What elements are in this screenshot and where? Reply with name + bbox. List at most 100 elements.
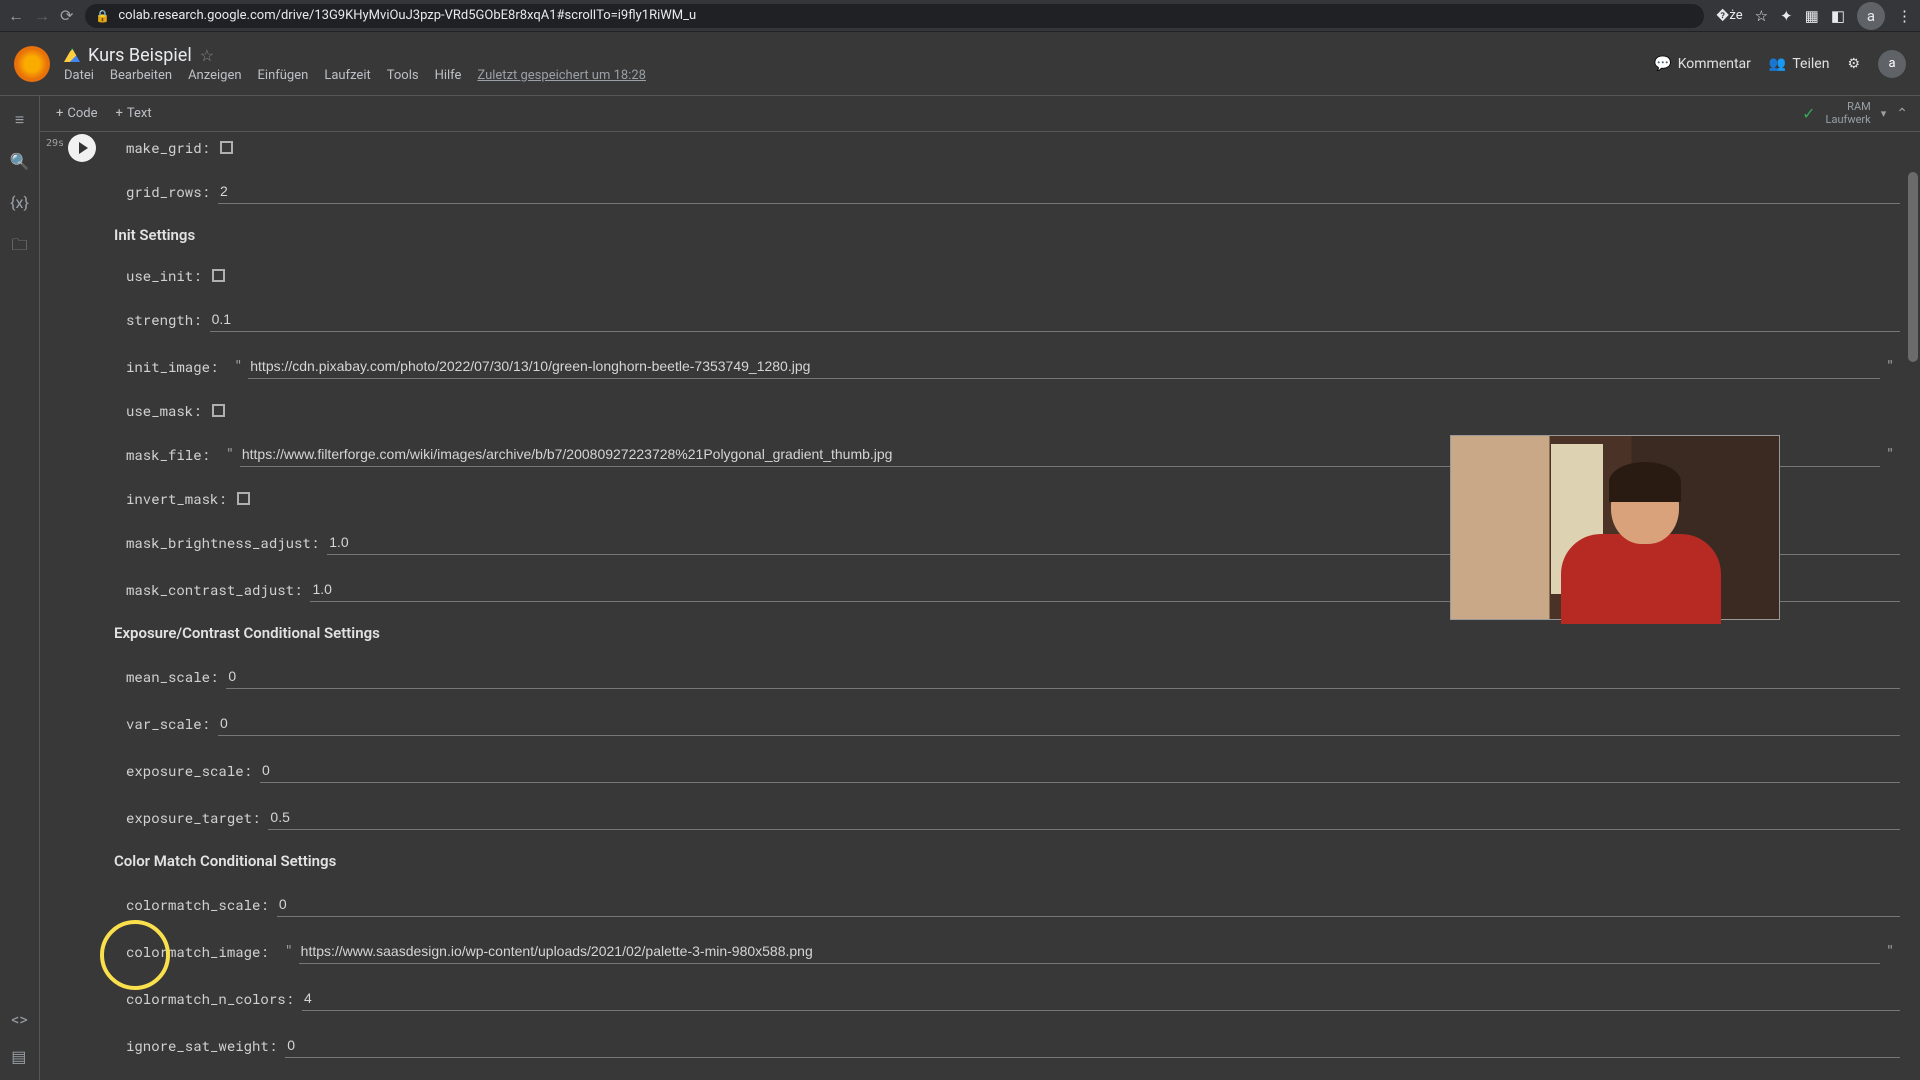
toc-icon[interactable]: ≡ [15, 110, 24, 130]
menu-view[interactable]: Anzeigen [188, 68, 241, 83]
section-init-settings: Init Settings [114, 226, 1900, 244]
label-strength: strength: [126, 310, 202, 329]
input-init-image[interactable] [248, 354, 1880, 379]
add-text-button[interactable]: + Text [116, 106, 152, 121]
label-colormatch-n-colors: colormatch_n_colors: [126, 989, 294, 1008]
bookmark-star-icon[interactable]: ☆ [1755, 7, 1768, 25]
files-icon[interactable]: 🗀 [11, 234, 27, 261]
label-exposure-scale: exposure_scale: [126, 761, 252, 780]
label-use-mask: use_mask: [126, 401, 202, 420]
add-code-label: Code [67, 106, 97, 121]
search-icon[interactable]: 🔍 [10, 152, 30, 171]
left-rail: ≡ 🔍 {x} 🗀 <> ▤ [0, 96, 40, 1080]
input-grid-rows[interactable] [218, 179, 1900, 204]
forward-icon[interactable]: → [34, 6, 50, 26]
input-var-scale[interactable] [218, 711, 1900, 736]
nav-arrows: ← → ⟳ [8, 6, 73, 26]
code-snippets-icon[interactable]: <> [11, 1010, 28, 1029]
input-ignore-sat-weight[interactable] [285, 1033, 1900, 1058]
menu-tools[interactable]: Tools [387, 68, 419, 83]
field-var-scale: var_scale: [126, 711, 1900, 736]
menu-runtime[interactable]: Laufzeit [324, 68, 370, 83]
input-colormatch-scale[interactable] [277, 892, 1900, 917]
share-icon: 👥 [1769, 56, 1786, 72]
input-exposure-scale[interactable] [260, 758, 1900, 783]
sidepanel-icon[interactable]: ◧ [1831, 7, 1845, 25]
variables-icon[interactable]: {x} [10, 193, 29, 212]
quote-close: " [1880, 359, 1900, 374]
field-colormatch-n-colors: colormatch_n_colors: [126, 986, 1900, 1011]
translate-icon[interactable]: �że [1716, 8, 1743, 23]
input-colormatch-n-colors[interactable] [302, 986, 1900, 1011]
run-cell-button[interactable] [68, 134, 96, 162]
label-use-init: use_init: [126, 266, 202, 285]
url-text: colab.research.google.com/drive/13G9KHyM… [118, 8, 696, 23]
checkbox-make-grid[interactable] [220, 141, 233, 154]
input-mean-scale[interactable] [226, 664, 1900, 689]
vertical-scrollbar[interactable] [1908, 132, 1918, 1074]
label-var-scale: var_scale: [126, 714, 210, 733]
cell-marker: 29s [46, 138, 64, 149]
input-exposure-target[interactable] [268, 805, 1900, 830]
comment-button[interactable]: 💬 Kommentar [1654, 56, 1751, 72]
field-colormatch-scale: colormatch_scale: [126, 892, 1900, 917]
label-init-image: init_image: [126, 357, 218, 376]
collapse-up-icon[interactable]: ⌃ [1896, 106, 1908, 122]
input-colormatch-image[interactable] [299, 939, 1881, 964]
field-grid-rows: grid_rows: [126, 179, 1900, 204]
back-icon[interactable]: ← [8, 6, 24, 26]
share-label: Teilen [1792, 56, 1829, 72]
add-text-label: Text [127, 106, 152, 121]
kebab-menu-icon[interactable]: ⋮ [1897, 7, 1912, 25]
star-icon[interactable]: ☆ [200, 46, 214, 65]
doc-title[interactable]: Kurs Beispiel [88, 45, 192, 66]
profile-avatar[interactable]: a [1857, 2, 1885, 30]
field-use-init: use_init: [126, 266, 1900, 285]
comment-icon: 💬 [1654, 56, 1671, 72]
label-mean-scale: mean_scale: [126, 667, 218, 686]
label-mask-brightness: mask_brightness_adjust: [126, 533, 319, 552]
menu-file[interactable]: Datei [64, 68, 94, 83]
field-ignore-sat-weight: ignore_sat_weight: [126, 1033, 1900, 1058]
terminal-icon[interactable]: ▤ [11, 1047, 28, 1066]
quote-open: " [279, 944, 299, 959]
label-mask-file: mask_file: [126, 445, 210, 464]
extensions-icon[interactable]: ✦ [1780, 7, 1793, 25]
label-make-grid: make_grid: [126, 138, 210, 157]
field-init-image: init_image: " " [126, 354, 1900, 379]
drive-icon [64, 48, 80, 62]
field-use-mask: use_mask: [126, 401, 1900, 420]
menu-insert[interactable]: Einfügen [258, 68, 309, 83]
menu-edit[interactable]: Bearbeiten [110, 68, 172, 83]
browser-toolbar: ← → ⟳ 🔒 colab.research.google.com/drive/… [0, 0, 1920, 32]
section-colormatch-settings: Color Match Conditional Settings [114, 852, 1900, 870]
quote-close: " [1880, 944, 1900, 959]
colab-logo-icon[interactable] [14, 46, 50, 82]
checkbox-invert-mask[interactable] [237, 492, 250, 505]
reload-icon[interactable]: ⟳ [60, 6, 73, 25]
input-strength[interactable] [210, 307, 1900, 332]
label-colormatch-scale: colormatch_scale: [126, 895, 269, 914]
comment-label: Kommentar [1678, 56, 1751, 72]
browser-icons: �że ☆ ✦ ▦ ◧ a ⋮ [1716, 2, 1912, 30]
quote-close: " [1880, 447, 1900, 462]
share-button[interactable]: 👥 Teilen [1769, 56, 1830, 72]
url-bar[interactable]: 🔒 colab.research.google.com/drive/13G9KH… [85, 4, 1704, 28]
user-avatar[interactable]: a [1878, 50, 1906, 78]
field-colormatch-image: colormatch_image: " " [126, 939, 1900, 964]
webcam-overlay [1450, 435, 1780, 620]
resource-indicator[interactable]: RAM Laufwerk [1826, 101, 1871, 125]
settings-gear-icon[interactable]: ⚙ [1847, 56, 1860, 72]
label-mask-contrast: mask_contrast_adjust: [126, 580, 302, 599]
menu-help[interactable]: Hilfe [435, 68, 462, 83]
add-code-button[interactable]: + Code [56, 106, 98, 121]
checkbox-use-mask[interactable] [212, 404, 225, 417]
resource-dropdown-icon[interactable]: ▾ [1881, 107, 1887, 120]
extension-icon[interactable]: ▦ [1805, 7, 1819, 25]
checkbox-use-init[interactable] [212, 269, 225, 282]
label-colormatch-image: colormatch_image: [126, 942, 269, 961]
lock-icon: 🔒 [95, 9, 110, 23]
last-saved: Zuletzt gespeichert um 18:28 [477, 68, 646, 83]
menu-bar: Datei Bearbeiten Anzeigen Einfügen Laufz… [64, 68, 646, 83]
field-exposure-scale: exposure_scale: [126, 758, 1900, 783]
